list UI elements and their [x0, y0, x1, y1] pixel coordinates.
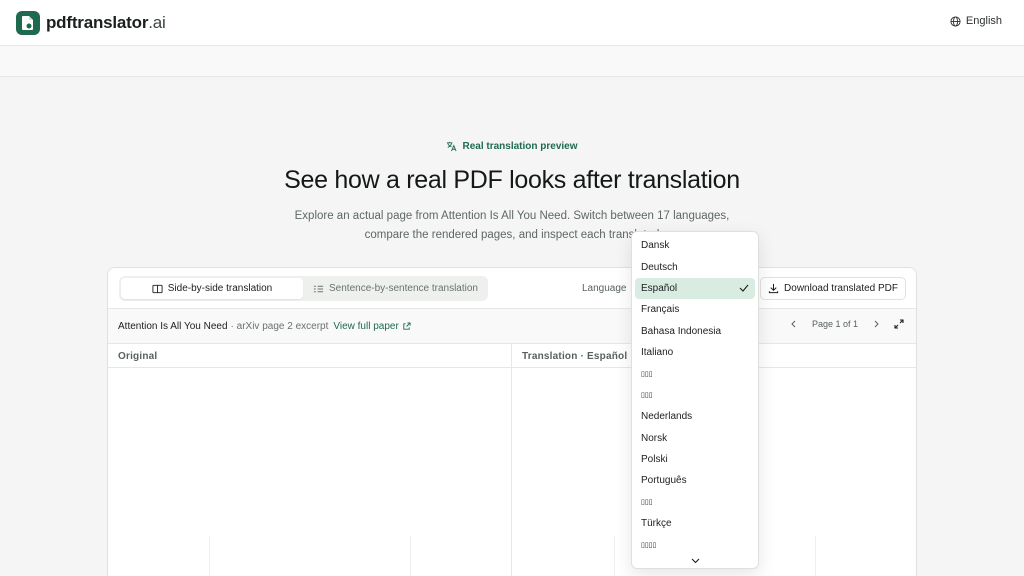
language-option-label: Español	[641, 282, 678, 294]
page-subtitle-line-1: Explore an actual page from Attention Is…	[294, 210, 730, 222]
language-option[interactable]: ▯▯▯	[635, 363, 755, 384]
download-label: Download translated PDF	[784, 283, 898, 294]
site-language-label: English	[965, 15, 1002, 27]
previous-page-button[interactable]	[790, 320, 798, 328]
language-option[interactable]: ▯▯▯	[635, 492, 755, 513]
scroll-down-button[interactable]	[632, 554, 758, 566]
paper-title: Attention Is All You Need	[118, 321, 228, 332]
sentence-by-sentence-label: Sentence-by-sentence translation	[329, 283, 478, 294]
original-page-view[interactable]	[108, 368, 512, 576]
paper-detail: · arXiv page 2 excerpt	[230, 321, 329, 332]
brand-name-main: pdftranslator	[46, 13, 149, 32]
language-option-label: Norsk	[641, 432, 668, 444]
hero-eyebrow-text: Real translation preview	[462, 141, 578, 152]
list-icon	[313, 284, 324, 294]
chevron-down-icon	[691, 557, 700, 564]
language-option[interactable]: Polski	[635, 449, 755, 470]
next-page-button[interactable]	[872, 320, 880, 328]
language-option[interactable]: ▯▯▯▯	[635, 534, 755, 555]
brand-name-tld: .ai	[148, 13, 166, 32]
language-option[interactable]: Bahasa Indonesia	[635, 321, 755, 342]
translate-icon	[446, 141, 457, 152]
language-option[interactable]: Português	[635, 470, 755, 491]
view-full-paper-label: View full paper	[333, 321, 399, 332]
fullscreen-button[interactable]	[894, 319, 904, 329]
globe-icon	[950, 15, 961, 27]
check-icon	[739, 284, 749, 293]
external-link-icon	[402, 322, 411, 331]
sentence-by-sentence-tab[interactable]: Sentence-by-sentence translation	[305, 278, 486, 299]
language-option-label: Polski	[641, 454, 668, 466]
language-option-selected[interactable]: Español	[635, 277, 755, 300]
language-option[interactable]: Français	[635, 299, 755, 320]
view-mode-toggle: Side-by-side translation Sentence-by-sen…	[119, 276, 488, 301]
language-dropdown-menu: Dansk Deutsch Español Français Bahasa In…	[631, 231, 759, 569]
language-option-label: Dansk	[641, 240, 670, 252]
side-by-side-tab[interactable]: Side-by-side translation	[121, 278, 303, 299]
book-open-icon	[152, 284, 163, 294]
language-option-label: ▯▯▯▯	[641, 542, 657, 550]
page-title: See how a real PDF looks after translati…	[284, 166, 740, 194]
preview-panel: Side-by-side translation Sentence-by-sen…	[107, 267, 917, 576]
page-indicator: Page 1 of 1	[811, 319, 858, 329]
brand-logo[interactable]: pdftranslator.ai	[16, 11, 166, 35]
view-full-paper-link[interactable]: View full paper	[333, 321, 411, 332]
side-by-side-label: Side-by-side translation	[167, 283, 273, 294]
language-option-label: ▯▯▯	[641, 392, 653, 400]
language-option-label: ▯▯▯	[641, 499, 653, 507]
original-page-sheet	[209, 536, 411, 576]
top-navigation-bar: pdftranslator.ai English	[0, 0, 1024, 46]
language-option-label: Deutsch	[641, 261, 678, 273]
site-language-switcher[interactable]: English	[950, 15, 1002, 27]
language-option[interactable]: Nederlands	[635, 406, 755, 427]
hero-eyebrow: Real translation preview	[0, 141, 1024, 152]
brand-name: pdftranslator.ai	[46, 13, 166, 33]
logo-mark-icon	[16, 11, 40, 35]
language-option-label: Français	[641, 304, 680, 316]
language-option[interactable]: Türkçe	[635, 513, 755, 534]
download-icon	[768, 283, 779, 294]
download-translated-pdf-button[interactable]: Download translated PDF	[760, 277, 906, 300]
language-option[interactable]: Deutsch	[635, 256, 755, 277]
language-option-label: Italiano	[641, 347, 674, 359]
language-select-label: Language	[582, 283, 627, 294]
language-option-label: Türkçe	[641, 518, 672, 530]
language-option-label: Português	[641, 475, 687, 487]
document-info: Attention Is All You Need · arXiv page 2…	[118, 321, 411, 332]
secondary-bar	[0, 46, 1024, 77]
language-option[interactable]: Dansk	[635, 235, 755, 256]
language-option[interactable]: ▯▯▯	[635, 385, 755, 406]
original-column-header: Original	[108, 344, 512, 368]
document-meta-bar: Attention Is All You Need · arXiv page 2…	[108, 309, 916, 344]
language-option-label: Bahasa Indonesia	[641, 325, 722, 337]
language-option[interactable]: Italiano	[635, 342, 755, 363]
preview-toolbar: Side-by-side translation Sentence-by-sen…	[108, 268, 916, 309]
language-option-label: Nederlands	[641, 411, 693, 423]
language-option-label: ▯▯▯	[641, 371, 653, 379]
page-navigation: Page 1 of 1	[790, 319, 904, 329]
language-option[interactable]: Norsk	[635, 428, 755, 449]
